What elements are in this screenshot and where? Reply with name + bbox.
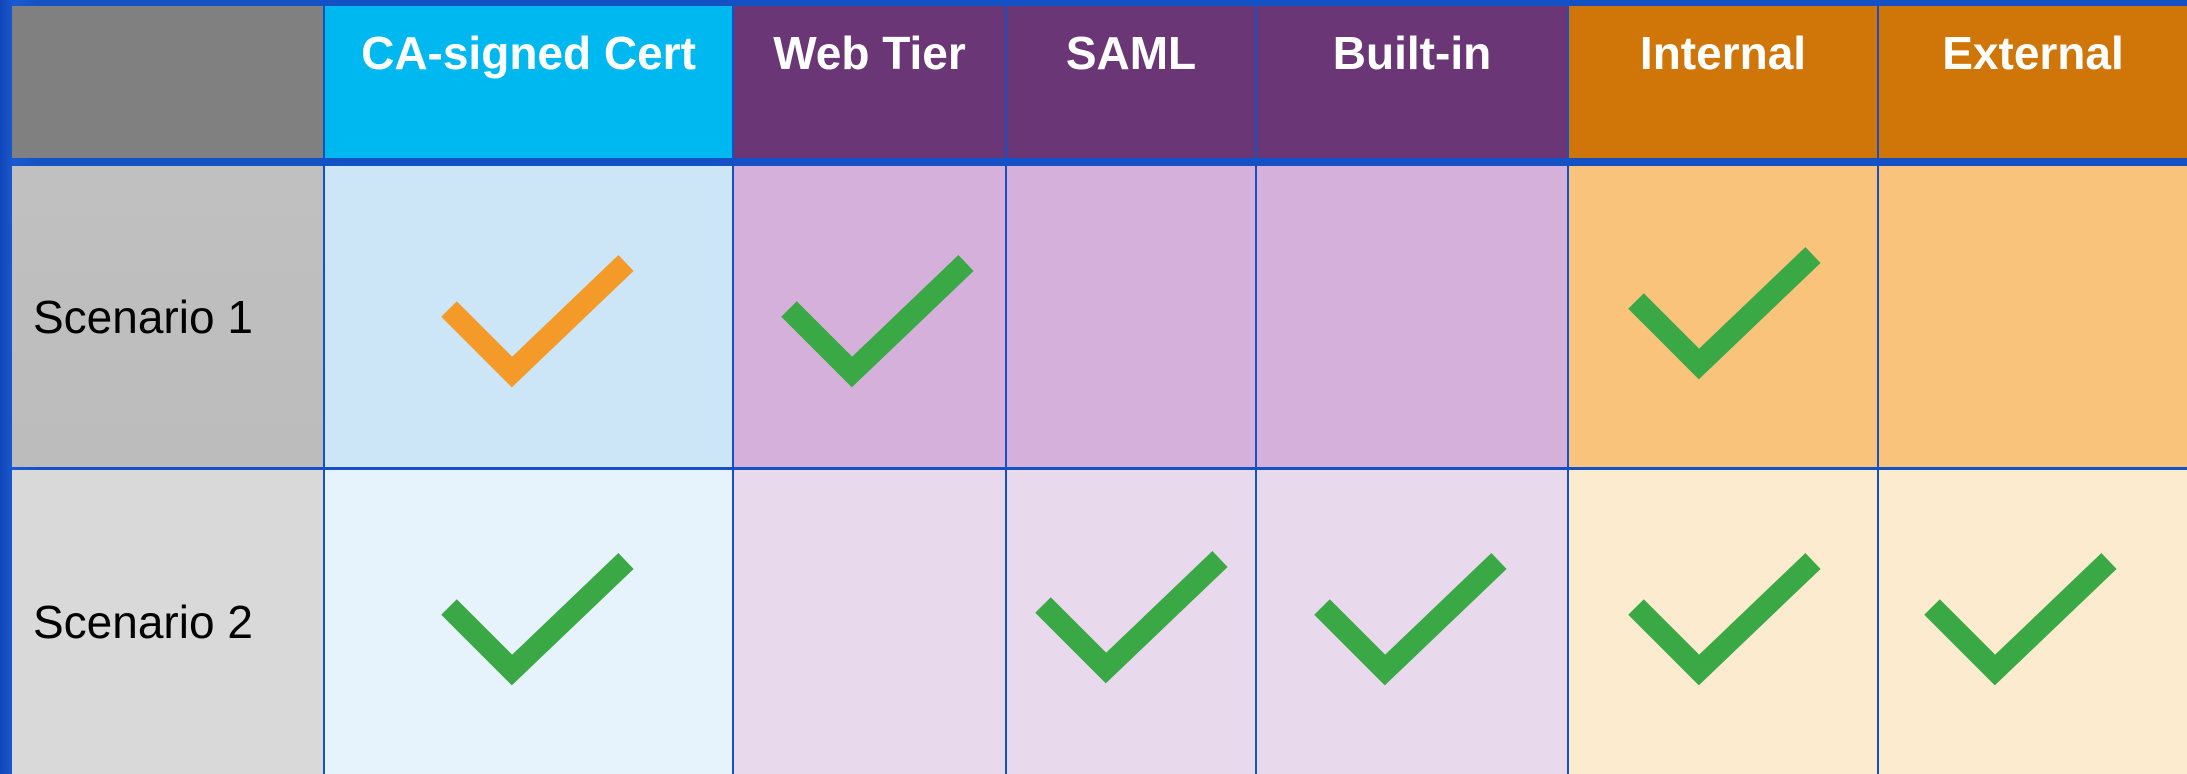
check-icon-scenario-1-internal	[1628, 232, 1828, 382]
row-label-scenario-2: Scenario 2	[12, 470, 323, 774]
cell-scenario-1-external	[1879, 166, 2187, 467]
header-external: External	[1879, 6, 2187, 158]
check-icon-scenario-2-ca-signed-cert	[441, 538, 641, 688]
comparison-slide: CA-signed Cert Web Tier SAML Built-in In…	[0, 0, 2187, 774]
check-icon-scenario-2-built-in	[1314, 538, 1514, 688]
check-icon-scenario-2-saml	[1035, 536, 1235, 686]
check-icon-scenario-2-external	[1924, 538, 2124, 688]
header-web-tier: Web Tier	[734, 6, 1005, 158]
cell-scenario-1-built-in	[1257, 166, 1567, 467]
cell-scenario-2-web-tier	[734, 470, 1005, 774]
cell-scenario-1-saml	[1007, 166, 1255, 467]
header-corner	[12, 6, 323, 158]
check-icon-scenario-1-ca-signed-cert	[441, 240, 641, 390]
check-icon-scenario-1-web-tier	[781, 240, 981, 390]
header-saml: SAML	[1007, 6, 1255, 158]
header-ca-signed-cert: CA-signed Cert	[325, 6, 732, 158]
header-internal: Internal	[1569, 6, 1877, 158]
row-label-scenario-1: Scenario 1	[12, 166, 323, 467]
header-built-in: Built-in	[1257, 6, 1567, 158]
check-icon-scenario-2-internal	[1628, 538, 1828, 688]
